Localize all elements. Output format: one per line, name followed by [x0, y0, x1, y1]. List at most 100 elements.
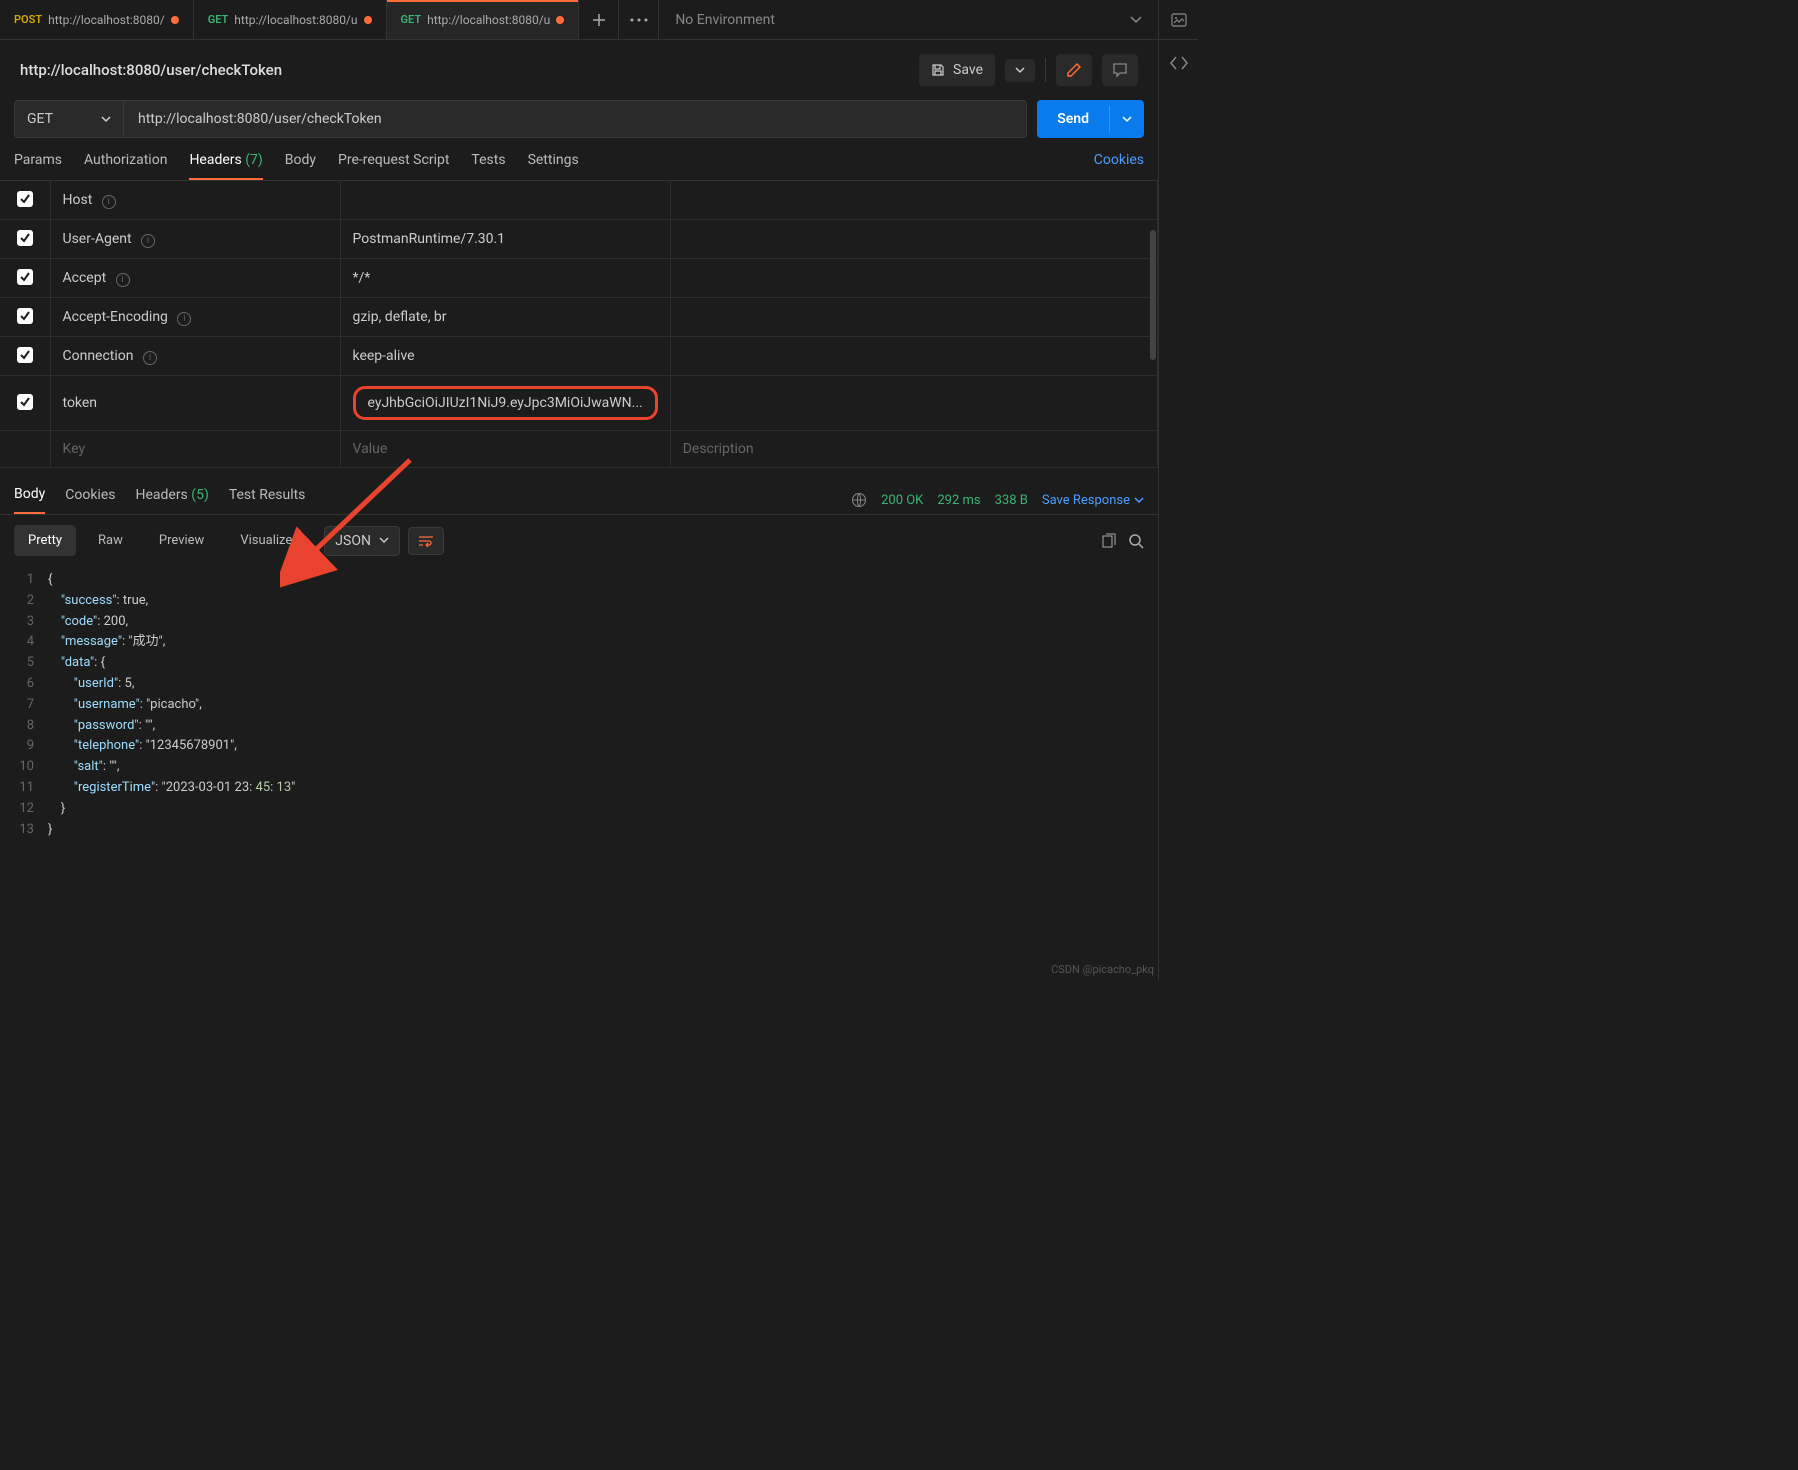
headers-table: Host iUser-Agent iPostmanRuntime/7.30.1A…	[0, 181, 1158, 468]
checkbox[interactable]	[17, 230, 33, 246]
checkbox[interactable]	[17, 347, 33, 363]
main-area: http://localhost:8080/user/checkToken Sa…	[0, 40, 1158, 850]
environment-quick-look-button[interactable]	[1158, 0, 1198, 39]
header-value[interactable]: PostmanRuntime/7.30.1	[340, 220, 670, 259]
tab-body[interactable]: Body	[285, 152, 316, 180]
header-value[interactable]: */*	[340, 259, 670, 298]
header-key[interactable]: Accept-Encoding i	[50, 298, 340, 337]
response-tabs: Body Cookies Headers (5) Test Results 20…	[0, 474, 1158, 515]
new-tab-button[interactable]	[579, 0, 619, 39]
info-icon[interactable]: i	[141, 234, 155, 248]
code-icon[interactable]	[1170, 56, 1188, 70]
tab-bar: POST http://localhost:8080/ GET http://l…	[0, 0, 1198, 40]
header-desc[interactable]	[670, 298, 1157, 337]
header-row: token eyJhbGciOiJIUzI1NiJ9.eyJpc3MiOiJwa…	[0, 376, 1158, 431]
header-key[interactable]: User-Agent i	[50, 220, 340, 259]
header-desc[interactable]	[670, 181, 1157, 220]
resp-tab-tests[interactable]: Test Results	[229, 487, 306, 513]
cookies-link[interactable]: Cookies	[1094, 152, 1144, 168]
info-icon[interactable]: i	[102, 195, 116, 209]
header-key[interactable]: Connection i	[50, 337, 340, 376]
info-icon[interactable]: i	[177, 312, 191, 326]
header-desc[interactable]	[670, 376, 1157, 431]
format-select[interactable]: JSON	[324, 526, 400, 556]
header-value[interactable]	[340, 181, 670, 220]
environment-select[interactable]: No Environment	[659, 0, 1158, 39]
environment-label: No Environment	[675, 12, 775, 28]
response-body[interactable]: 1{2 "success": true,3 "code": 200,4 "mes…	[0, 566, 1158, 850]
more-tabs-button[interactable]	[619, 0, 659, 39]
info-icon[interactable]: i	[143, 351, 157, 365]
globe-icon[interactable]	[851, 492, 867, 508]
request-title: http://localhost:8080/user/checkToken	[20, 61, 282, 79]
save-label: Save	[953, 62, 983, 78]
code-line: 6 "userId": 5,	[0, 674, 1158, 695]
send-label: Send	[1037, 101, 1109, 137]
code-line: 9 "telephone": "12345678901",	[0, 736, 1158, 757]
edit-button[interactable]	[1056, 54, 1092, 86]
mode-preview[interactable]: Preview	[145, 525, 218, 556]
save-icon	[931, 63, 945, 77]
save-dropdown-button[interactable]	[1005, 59, 1035, 82]
send-button[interactable]: Send	[1037, 100, 1144, 138]
response-meta: 200 OK 292 ms 338 B Save Response	[851, 492, 1144, 508]
resp-tab-body[interactable]: Body	[14, 486, 45, 514]
copy-button[interactable]	[1100, 533, 1116, 549]
code-line: 3 "code": 200,	[0, 612, 1158, 633]
resp-tab-cookies[interactable]: Cookies	[65, 487, 115, 513]
chevron-down-icon	[379, 537, 389, 544]
header-value[interactable]: eyJhbGciOiJIUzI1NiJ9.eyJpc3MiOiJwaWN...	[353, 386, 658, 420]
code-line: 13}	[0, 820, 1158, 841]
tab-1[interactable]: GET http://localhost:8080/u	[194, 0, 387, 39]
checkbox[interactable]	[17, 269, 33, 285]
resp-tab-headers[interactable]: Headers (5)	[135, 487, 208, 513]
header-value[interactable]: keep-alive	[340, 337, 670, 376]
send-dropdown[interactable]	[1109, 106, 1144, 133]
mode-pretty[interactable]: Pretty	[14, 525, 76, 556]
url-input[interactable]	[124, 100, 1027, 138]
method-select[interactable]: GET	[14, 100, 124, 138]
header-value[interactable]: gzip, deflate, br	[340, 298, 670, 337]
pencil-icon	[1066, 62, 1082, 78]
header-desc[interactable]	[670, 259, 1157, 298]
mode-raw[interactable]: Raw	[84, 525, 137, 556]
header-key[interactable]: Host i	[50, 181, 340, 220]
comment-icon	[1112, 62, 1128, 78]
comment-button[interactable]	[1102, 54, 1138, 86]
tab-pre-request[interactable]: Pre-request Script	[338, 152, 449, 180]
header-key[interactable]: Accept i	[50, 259, 340, 298]
checkbox[interactable]	[17, 191, 33, 207]
checkbox[interactable]	[17, 308, 33, 324]
wrap-icon	[418, 535, 434, 547]
tab-0[interactable]: POST http://localhost:8080/	[0, 0, 194, 39]
code-line: 1{	[0, 570, 1158, 591]
header-desc[interactable]	[670, 337, 1157, 376]
dirty-dot	[556, 16, 564, 24]
tab-params[interactable]: Params	[14, 152, 62, 180]
header-row: Accept i*/*	[0, 259, 1158, 298]
tab-url: http://localhost:8080/	[48, 13, 165, 27]
search-button[interactable]	[1128, 533, 1144, 549]
checkbox[interactable]	[17, 394, 33, 410]
dirty-dot	[171, 16, 179, 24]
code-line: 2 "success": true,	[0, 591, 1158, 612]
method-badge: GET	[208, 13, 229, 26]
tab-authorization[interactable]: Authorization	[84, 152, 167, 180]
method-badge: POST	[14, 13, 42, 26]
header-key[interactable]: token	[50, 376, 340, 431]
info-icon[interactable]: i	[116, 273, 130, 287]
tab-settings[interactable]: Settings	[528, 152, 579, 180]
scrollbar-thumb[interactable]	[1150, 230, 1156, 360]
tab-headers[interactable]: Headers (7)	[189, 152, 262, 180]
save-response-button[interactable]: Save Response	[1042, 493, 1144, 508]
wrap-button[interactable]	[408, 527, 444, 555]
header-new-row[interactable]: KeyValueDescription	[0, 431, 1158, 468]
tab-tests[interactable]: Tests	[471, 152, 505, 180]
save-button[interactable]: Save	[919, 54, 995, 86]
header-desc[interactable]	[670, 220, 1157, 259]
tab-2[interactable]: GET http://localhost:8080/u	[387, 0, 580, 39]
header-row: Host i	[0, 181, 1158, 220]
right-sidebar	[1158, 40, 1198, 980]
code-line: 7 "username": "picacho",	[0, 695, 1158, 716]
mode-visualize[interactable]: Visualize	[226, 525, 306, 556]
